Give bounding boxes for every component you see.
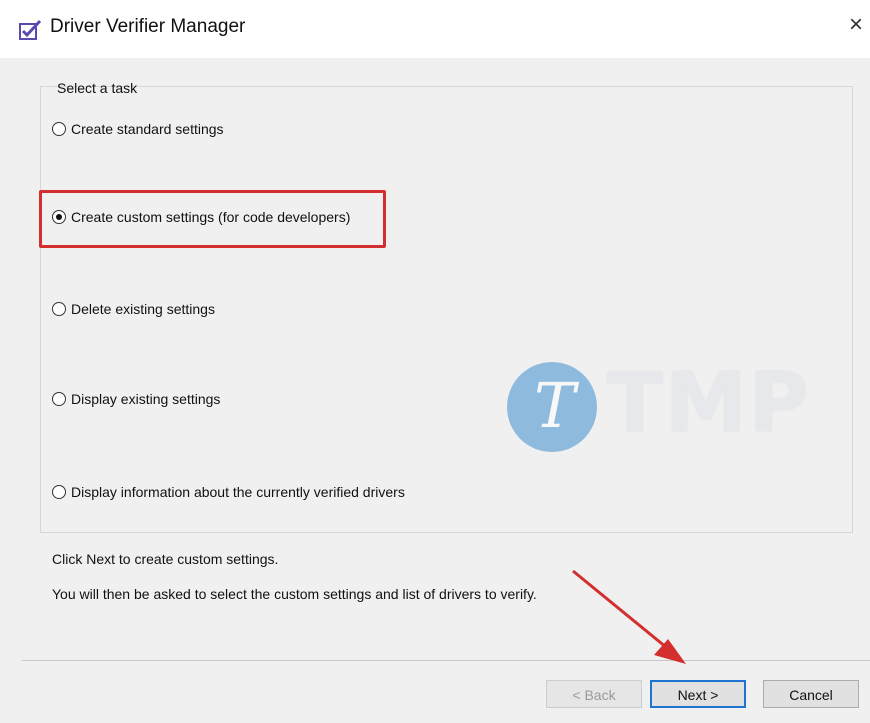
option-label: Delete existing settings (71, 301, 215, 317)
option-label: Create standard settings (71, 121, 224, 137)
tmp-watermark-logo: T TMP (507, 356, 827, 458)
info-text-line2: You will then be asked to select the cus… (52, 586, 537, 602)
radio-button[interactable] (52, 392, 66, 406)
dialog-window: Driver Verifier Manager × Select a task … (0, 0, 870, 723)
task-group-label: Select a task (57, 80, 138, 96)
option-create-standard[interactable]: Create standard settings (52, 119, 224, 139)
watermark-circle-icon: T (507, 362, 597, 452)
title-bar[interactable]: Driver Verifier Manager × (0, 0, 870, 58)
close-button[interactable]: × (842, 8, 870, 42)
watermark-letter: T (534, 369, 576, 442)
red-highlight-box (39, 190, 386, 248)
option-label: Display information about the currently … (71, 484, 405, 500)
option-delete-existing[interactable]: Delete existing settings (52, 299, 215, 319)
footer-divider (22, 660, 870, 661)
option-display-info[interactable]: Display information about the currently … (52, 482, 405, 502)
radio-button[interactable] (52, 122, 66, 136)
info-text-line1: Click Next to create custom settings. (52, 551, 279, 567)
option-display-existing[interactable]: Display existing settings (52, 389, 220, 409)
window-title: Driver Verifier Manager (50, 16, 246, 37)
radio-button[interactable] (52, 302, 66, 316)
next-button[interactable]: Next > (650, 680, 746, 708)
watermark-text: TMP (607, 356, 811, 451)
back-button[interactable]: < Back (546, 680, 642, 708)
cancel-button[interactable]: Cancel (763, 680, 859, 708)
driver-verifier-icon (19, 19, 42, 40)
radio-button[interactable] (52, 485, 66, 499)
option-label: Display existing settings (71, 391, 221, 407)
